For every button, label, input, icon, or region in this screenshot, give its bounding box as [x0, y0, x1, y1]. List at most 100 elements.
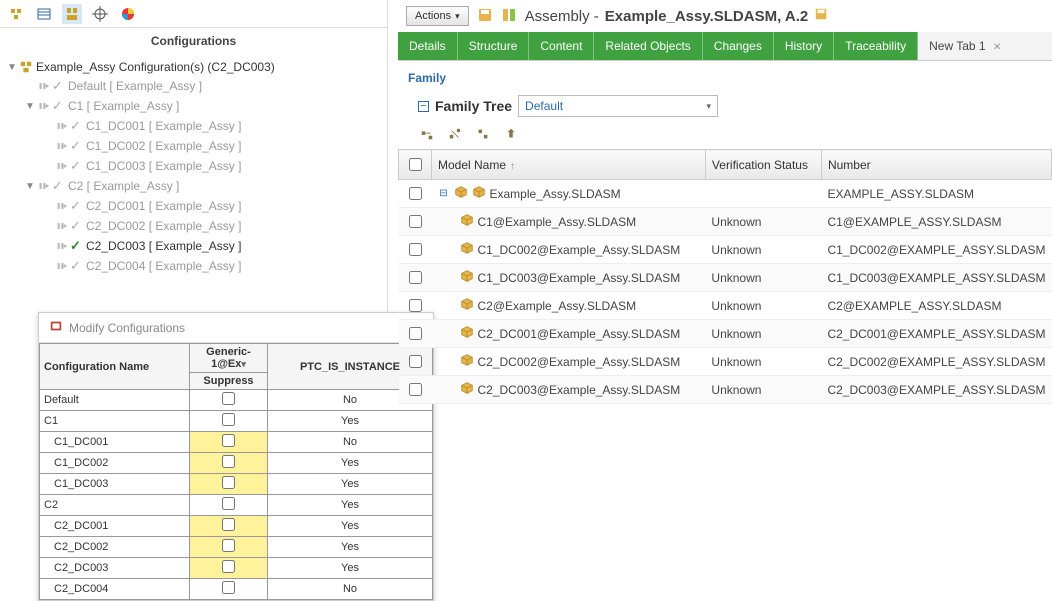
table-row[interactable]: ⊟Example_Assy.SLDASMEXAMPLE_ASSY.SLDASM	[399, 180, 1052, 208]
suppress-cell[interactable]	[190, 474, 268, 495]
suppress-checkbox[interactable]	[222, 476, 235, 489]
tab-structure[interactable]: Structure	[458, 32, 530, 60]
col-model-name[interactable]: Model Name↑	[432, 150, 706, 180]
row-checkbox-cell[interactable]	[399, 208, 432, 236]
col-suppress[interactable]: Suppress	[190, 373, 268, 390]
compare-icon[interactable]	[501, 7, 517, 26]
suppress-checkbox[interactable]	[222, 392, 235, 405]
row-checkbox-cell[interactable]	[399, 376, 432, 404]
toolbar-btn-3[interactable]	[474, 125, 492, 143]
row-checkbox[interactable]	[409, 187, 422, 200]
dropdown-icon[interactable]: ▾	[241, 359, 246, 369]
table-row[interactable]: C1@Example_Assy.SLDASMUnknownC1@EXAMPLE_…	[399, 208, 1052, 236]
tab-new[interactable]: New Tab 1 ✕	[918, 32, 1012, 60]
expand-icon[interactable]: ⊟	[438, 188, 450, 199]
config-row[interactable]: C2_DC004No	[40, 579, 433, 600]
suppress-cell[interactable]	[190, 390, 268, 411]
tree-node[interactable]: ✓C2_DC003 [ Example_Assy ]	[2, 236, 385, 256]
disk-icon[interactable]	[477, 7, 493, 26]
collapse-icon[interactable]: −	[418, 101, 429, 112]
tree-node[interactable]: ✓C2_DC002 [ Example_Assy ]	[2, 216, 385, 236]
table-row[interactable]: C1_DC002@Example_Assy.SLDASMUnknownC1_DC…	[399, 236, 1052, 264]
col-generic[interactable]: Generic-1@Ex▾	[190, 344, 268, 373]
config-row[interactable]: C2_DC001Yes	[40, 516, 433, 537]
select-all-checkbox[interactable]	[409, 158, 422, 171]
suppress-checkbox[interactable]	[222, 434, 235, 447]
config-row[interactable]: C1_DC001No	[40, 432, 433, 453]
row-checkbox[interactable]	[409, 243, 422, 256]
config-row[interactable]: DefaultNo	[40, 390, 433, 411]
icon-configurations-tab[interactable]	[62, 4, 82, 24]
icon-display-pane[interactable]	[34, 4, 54, 24]
tree-toggle-icon[interactable]: ▼	[24, 181, 36, 192]
table-row[interactable]: C2@Example_Assy.SLDASMUnknownC2@EXAMPLE_…	[399, 292, 1052, 320]
tree-node[interactable]: ▼✓C1 [ Example_Assy ]	[2, 96, 385, 116]
row-checkbox[interactable]	[409, 327, 422, 340]
suppress-checkbox[interactable]	[222, 497, 235, 510]
row-checkbox-cell[interactable]	[399, 264, 432, 292]
tree-node[interactable]: ✓C2_DC001 [ Example_Assy ]	[2, 196, 385, 216]
tree-node[interactable]: ✓C2_DC004 [ Example_Assy ]	[2, 256, 385, 276]
close-icon[interactable]: ✕	[993, 42, 1001, 53]
tab-details[interactable]: Details	[398, 32, 458, 60]
config-row[interactable]: C1_DC003Yes	[40, 474, 433, 495]
tab-changes[interactable]: Changes	[703, 32, 774, 60]
tree-toggle-icon[interactable]: ▼	[6, 62, 18, 73]
tree-node[interactable]: ✓C1_DC002 [ Example_Assy ]	[2, 136, 385, 156]
col-verification[interactable]: Verification Status	[705, 150, 821, 180]
suppress-cell[interactable]	[190, 453, 268, 474]
suppress-cell[interactable]	[190, 516, 268, 537]
suppress-cell[interactable]	[190, 411, 268, 432]
suppress-cell[interactable]	[190, 579, 268, 600]
table-row[interactable]: C2_DC003@Example_Assy.SLDASMUnknownC2_DC…	[399, 376, 1052, 404]
icon-exploded-view[interactable]	[6, 4, 26, 24]
tree-root[interactable]: ▼ Example_Assy Configuration(s) (C2_DC00…	[2, 58, 385, 76]
col-config-name[interactable]: Configuration Name	[40, 344, 190, 390]
row-checkbox[interactable]	[409, 383, 422, 396]
row-checkbox[interactable]	[409, 271, 422, 284]
col-checkbox[interactable]	[399, 150, 432, 180]
row-checkbox-cell[interactable]	[399, 292, 432, 320]
table-row[interactable]: C1_DC003@Example_Assy.SLDASMUnknownC1_DC…	[399, 264, 1052, 292]
suppress-cell[interactable]	[190, 495, 268, 516]
tree-node[interactable]: ✓C1_DC003 [ Example_Assy ]	[2, 156, 385, 176]
icon-appearance[interactable]	[118, 4, 138, 24]
icon-target[interactable]	[90, 4, 110, 24]
tree-node[interactable]: ▼✓C2 [ Example_Assy ]	[2, 176, 385, 196]
col-number[interactable]: Number	[821, 150, 1051, 180]
config-row[interactable]: C1_DC002Yes	[40, 453, 433, 474]
toolbar-btn-4[interactable]	[502, 125, 520, 143]
tab-related-objects[interactable]: Related Objects	[594, 32, 702, 60]
toolbar-btn-2[interactable]	[446, 125, 464, 143]
config-row[interactable]: C2_DC003Yes	[40, 558, 433, 579]
suppress-cell[interactable]	[190, 432, 268, 453]
suppress-checkbox[interactable]	[222, 413, 235, 426]
row-checkbox-cell[interactable]	[399, 180, 432, 208]
suppress-checkbox[interactable]	[222, 518, 235, 531]
tree-toggle-icon[interactable]: ▼	[24, 101, 36, 112]
tab-history[interactable]: History	[774, 32, 834, 60]
row-checkbox[interactable]	[409, 299, 422, 312]
family-tree-select[interactable]: Default ▾	[518, 95, 718, 117]
suppress-cell[interactable]	[190, 537, 268, 558]
suppress-checkbox[interactable]	[222, 455, 235, 468]
tab-traceability[interactable]: Traceability	[834, 32, 918, 60]
row-checkbox-cell[interactable]	[399, 320, 432, 348]
suppress-checkbox[interactable]	[222, 581, 235, 594]
tree-node[interactable]: ✓C1_DC001 [ Example_Assy ]	[2, 116, 385, 136]
row-checkbox[interactable]	[409, 355, 422, 368]
table-row[interactable]: C2_DC002@Example_Assy.SLDASMUnknownC2_DC…	[399, 348, 1052, 376]
config-row[interactable]: C2_DC002Yes	[40, 537, 433, 558]
actions-button[interactable]: Actions ▾	[406, 6, 469, 26]
suppress-checkbox[interactable]	[222, 560, 235, 573]
config-row[interactable]: C1Yes	[40, 411, 433, 432]
row-checkbox-cell[interactable]	[399, 236, 432, 264]
config-row[interactable]: C2Yes	[40, 495, 433, 516]
row-checkbox-cell[interactable]	[399, 348, 432, 376]
tab-content[interactable]: Content	[529, 32, 594, 60]
table-row[interactable]: C2_DC001@Example_Assy.SLDASMUnknownC2_DC…	[399, 320, 1052, 348]
row-checkbox[interactable]	[409, 215, 422, 228]
suppress-cell[interactable]	[190, 558, 268, 579]
toolbar-btn-1[interactable]	[418, 125, 436, 143]
tree-node[interactable]: ✓Default [ Example_Assy ]	[2, 76, 385, 96]
